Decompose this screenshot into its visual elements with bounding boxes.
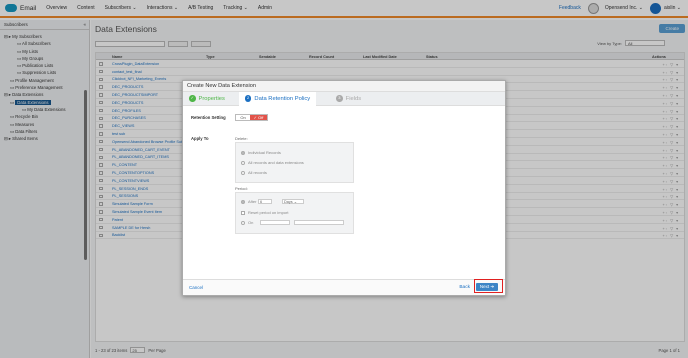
radio-all-records[interactable]: All records — [241, 170, 267, 175]
radio-label: On — [248, 220, 254, 225]
highlight-box — [474, 279, 503, 293]
cancel-button[interactable]: Cancel — [189, 285, 203, 290]
radio-all-records-and-des[interactable]: All records and data extensions — [241, 160, 304, 165]
checkbox-label: Reset period on import — [248, 210, 289, 215]
step-label: Data Retention Policy — [254, 95, 311, 102]
dialog-footer: Cancel Back Next ➜ — [183, 279, 505, 295]
radio-label: All records and data extensions — [248, 160, 304, 165]
delete-label: Delete: — [235, 136, 248, 141]
step-properties[interactable]: ✓ Properties — [189, 95, 225, 102]
radio-label: After — [248, 199, 257, 204]
step-number: 2 — [244, 95, 252, 102]
chevron-down-icon: ⌄ — [293, 200, 297, 204]
radio-label: Individual Records — [248, 150, 281, 155]
date-input[interactable] — [260, 220, 290, 225]
toggle-off-label: Off — [258, 115, 264, 120]
period-options: After 6 Days ⌄ Reset period on import On — [235, 192, 354, 234]
check-icon: ✓ — [189, 95, 196, 102]
back-button[interactable]: Back — [459, 285, 470, 290]
radio-dot — [241, 199, 245, 204]
step-data-retention[interactable]: 2 Data Retention Policy — [238, 91, 317, 106]
step-fields[interactable]: 3 Fields — [336, 95, 361, 102]
radio-individual-records[interactable]: Individual Records — [241, 150, 281, 155]
period-amount-input[interactable]: 6 — [258, 199, 272, 204]
wizard-steps: ✓ Properties 2 Data Retention Policy 3 F… — [183, 91, 505, 106]
radio-dot — [241, 150, 245, 155]
radio-dot — [241, 160, 245, 165]
time-input[interactable] — [294, 220, 344, 225]
radio-on-date[interactable]: On — [241, 220, 253, 225]
reset-period-checkbox[interactable]: Reset period on import — [241, 210, 288, 215]
step-label: Properties — [198, 95, 225, 102]
period-label: Period: — [235, 186, 248, 191]
unit-value: Days — [284, 200, 293, 204]
step-number: 3 — [336, 95, 343, 102]
radio-dot — [241, 220, 245, 225]
apply-to-label: Apply To — [191, 136, 209, 141]
toggle-on[interactable]: On — [236, 115, 250, 120]
create-data-extension-dialog: Create New Data Extension ✓ Properties 2… — [182, 80, 506, 296]
delete-options: Individual Records All records and data … — [235, 142, 354, 183]
radio-after[interactable]: After — [241, 199, 256, 204]
step-label: Fields — [345, 95, 362, 102]
dialog-title: Create New Data Extension — [183, 81, 505, 92]
retention-toggle[interactable]: On ✓ Off — [235, 114, 268, 121]
radio-dot — [241, 170, 245, 175]
radio-label: All records — [248, 170, 267, 175]
toggle-off[interactable]: ✓ Off — [250, 115, 267, 120]
retention-setting-label: Retention Setting — [191, 115, 226, 120]
checkbox — [241, 210, 245, 215]
period-unit-select[interactable]: Days ⌄ — [282, 199, 304, 204]
